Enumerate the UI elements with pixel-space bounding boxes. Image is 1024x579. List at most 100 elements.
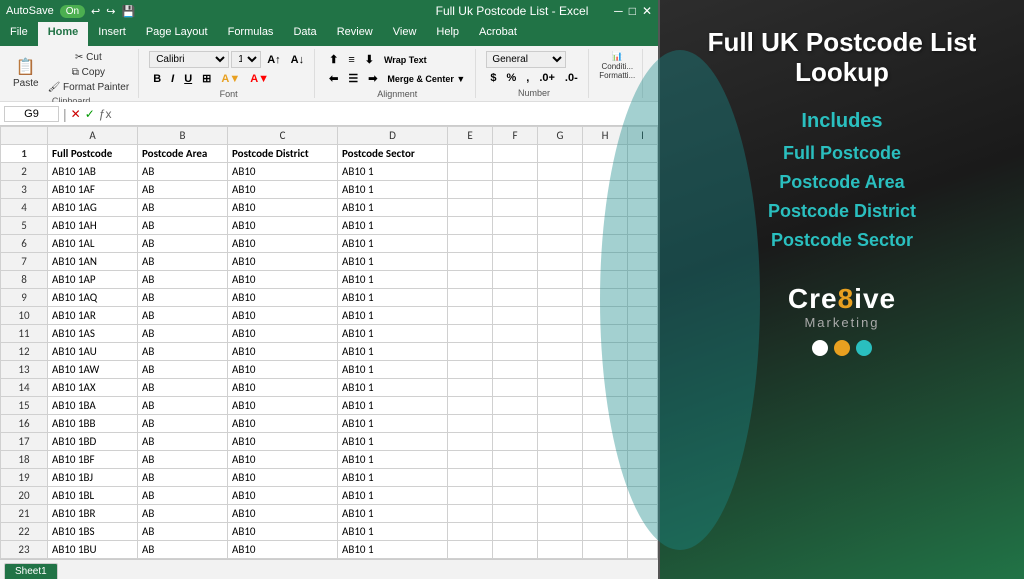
cell-13-0[interactable]: AB10 1AW <box>48 361 138 379</box>
cell-9-0[interactable]: AB10 1AQ <box>48 289 138 307</box>
cell-17-2[interactable]: AB10 <box>228 433 338 451</box>
cell-empty-18-0[interactable] <box>448 451 493 469</box>
cell-empty-2-2[interactable] <box>538 163 583 181</box>
merge-center-button[interactable]: Merge & Center ▼ <box>383 72 469 86</box>
align-center-button[interactable]: ☰ <box>344 70 362 87</box>
cell-empty-8-0[interactable] <box>448 271 493 289</box>
minimize-icon[interactable]: ─ <box>614 4 623 18</box>
cell-21-2[interactable]: AB10 <box>228 505 338 523</box>
font-name-select[interactable]: Calibri <box>149 51 229 68</box>
cell-empty-21-2[interactable] <box>538 505 583 523</box>
cell-empty-17-2[interactable] <box>538 433 583 451</box>
cell-empty-4-2[interactable] <box>538 199 583 217</box>
cell-empty-17-1[interactable] <box>493 433 538 451</box>
cell-12-3[interactable]: AB10 1 <box>338 343 448 361</box>
cell-15-2[interactable]: AB10 <box>228 397 338 415</box>
tab-home[interactable]: Home <box>38 22 89 46</box>
cell-17-0[interactable]: AB10 1BD <box>48 433 138 451</box>
cell-8-2[interactable]: AB10 <box>228 271 338 289</box>
cell-14-0[interactable]: AB10 1AX <box>48 379 138 397</box>
cell-5-1[interactable]: AB <box>138 217 228 235</box>
cell-empty-8-1[interactable] <box>493 271 538 289</box>
cell-empty-7-1[interactable] <box>493 253 538 271</box>
cell-22-0[interactable]: AB10 1BS <box>48 523 138 541</box>
align-bottom-button[interactable]: ⬇ <box>361 51 378 68</box>
underline-button[interactable]: U <box>180 71 196 87</box>
cell-empty-21-3[interactable] <box>583 505 628 523</box>
col-header-g[interactable]: G <box>538 127 583 145</box>
cell-11-3[interactable]: AB10 1 <box>338 325 448 343</box>
bold-button[interactable]: B <box>149 71 165 87</box>
cell-empty-3-0[interactable] <box>448 181 493 199</box>
cell-8-0[interactable]: AB10 1AP <box>48 271 138 289</box>
cell-11-2[interactable]: AB10 <box>228 325 338 343</box>
cell-24-0[interactable]: AB10 1BW <box>48 559 138 560</box>
cell-empty-14-2[interactable] <box>538 379 583 397</box>
cell-empty-20-2[interactable] <box>538 487 583 505</box>
tab-help[interactable]: Help <box>426 22 469 46</box>
tab-view[interactable]: View <box>383 22 427 46</box>
cancel-formula-icon[interactable]: ✕ <box>71 107 81 121</box>
cell-3-0[interactable]: AB10 1AF <box>48 181 138 199</box>
cell-19-2[interactable]: AB10 <box>228 469 338 487</box>
cell-18-0[interactable]: AB10 1BF <box>48 451 138 469</box>
cell-3-1[interactable]: AB <box>138 181 228 199</box>
cell-empty-22-3[interactable] <box>583 523 628 541</box>
cell-15-1[interactable]: AB <box>138 397 228 415</box>
cell-12-2[interactable]: AB10 <box>228 343 338 361</box>
cell-empty-5-1[interactable] <box>493 217 538 235</box>
cell-empty-19-0[interactable] <box>448 469 493 487</box>
cell-16-2[interactable]: AB10 <box>228 415 338 433</box>
cell-18-3[interactable]: AB10 1 <box>338 451 448 469</box>
cell-6-0[interactable]: AB10 1AL <box>48 235 138 253</box>
cell-24-3[interactable]: AB10 1 <box>338 559 448 560</box>
confirm-formula-icon[interactable]: ✓ <box>85 107 95 121</box>
cell-20-2[interactable]: AB10 <box>228 487 338 505</box>
col-header-b[interactable]: B <box>138 127 228 145</box>
increase-decimal-button[interactable]: .0+ <box>535 70 559 86</box>
cell-14-3[interactable]: AB10 1 <box>338 379 448 397</box>
decrease-font-button[interactable]: A↓ <box>287 52 308 68</box>
cell-empty-12-1[interactable] <box>493 343 538 361</box>
cell-5-3[interactable]: AB10 1 <box>338 217 448 235</box>
cell-empty-3-1[interactable] <box>493 181 538 199</box>
col-header-c[interactable]: C <box>228 127 338 145</box>
cell-17-3[interactable]: AB10 1 <box>338 433 448 451</box>
cell-20-1[interactable]: AB <box>138 487 228 505</box>
col-header-a[interactable]: A <box>48 127 138 145</box>
cell-empty-24-2[interactable] <box>538 559 583 560</box>
cell-19-0[interactable]: AB10 1BJ <box>48 469 138 487</box>
tab-data[interactable]: Data <box>283 22 326 46</box>
cell-18-1[interactable]: AB <box>138 451 228 469</box>
cell-11-0[interactable]: AB10 1AS <box>48 325 138 343</box>
borders-button[interactable]: ⊞ <box>198 70 215 87</box>
cell-10-2[interactable]: AB10 <box>228 307 338 325</box>
cell-empty-21-1[interactable] <box>493 505 538 523</box>
cell-6-1[interactable]: AB <box>138 235 228 253</box>
number-format-select[interactable]: General <box>486 51 566 68</box>
cell-empty-21-0[interactable] <box>448 505 493 523</box>
font-size-select[interactable]: 11 <box>231 51 261 68</box>
cell-empty-20-0[interactable] <box>448 487 493 505</box>
fill-color-button[interactable]: A▼ <box>217 71 244 87</box>
cell-7-1[interactable]: AB <box>138 253 228 271</box>
cell-empty-2-1[interactable] <box>493 163 538 181</box>
cell-2-3[interactable]: AB10 1 <box>338 163 448 181</box>
cell-4-1[interactable]: AB <box>138 199 228 217</box>
cell-9-3[interactable]: AB10 1 <box>338 289 448 307</box>
cell-empty-2-0[interactable] <box>448 163 493 181</box>
cell-10-1[interactable]: AB <box>138 307 228 325</box>
cell-empty-14-1[interactable] <box>493 379 538 397</box>
col-header-e[interactable]: E <box>448 127 493 145</box>
cell-9-2[interactable]: AB10 <box>228 289 338 307</box>
col-header-d[interactable]: D <box>338 127 448 145</box>
cell-empty-22-1[interactable] <box>493 523 538 541</box>
cell-f1[interactable] <box>493 145 538 163</box>
cell-23-1[interactable]: AB <box>138 541 228 559</box>
cell-16-3[interactable]: AB10 1 <box>338 415 448 433</box>
cell-4-0[interactable]: AB10 1AG <box>48 199 138 217</box>
cell-5-2[interactable]: AB10 <box>228 217 338 235</box>
tab-file[interactable]: File <box>0 22 38 46</box>
cell-6-2[interactable]: AB10 <box>228 235 338 253</box>
cell-15-0[interactable]: AB10 1BA <box>48 397 138 415</box>
